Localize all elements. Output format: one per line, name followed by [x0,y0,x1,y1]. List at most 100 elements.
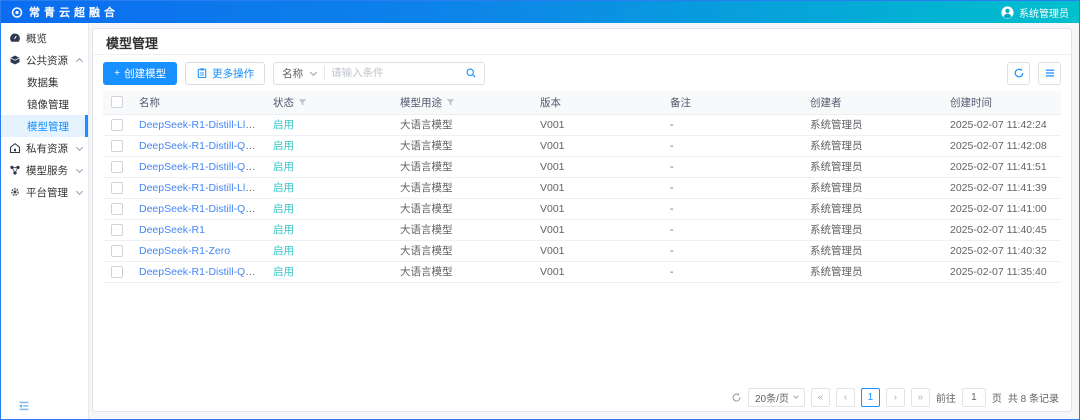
app-window: 常青云超融合 系统管理员 概览 [0,0,1080,420]
model-name-link[interactable]: DeepSeek-R1-Distill-Qwen-32B [139,140,265,152]
goto-page-input[interactable] [962,388,986,407]
row-checkbox[interactable] [111,245,123,257]
status-badge: 启用 [273,182,294,194]
row-checkbox[interactable] [111,161,123,173]
model-name-link[interactable]: DeepSeek-R1-Distill-Qwen-1.5B [139,203,265,215]
search-field-select[interactable]: 名称 [274,66,324,81]
first-page-button[interactable]: « [811,388,830,407]
chevron-down-icon [76,187,83,194]
public-resources-icon [9,54,21,66]
sidebar-group-model-services[interactable]: 模型服务 [1,159,88,181]
sidebar-group-label: 平台管理 [26,185,72,200]
created-cell: 2025-02-07 11:41:51 [950,161,1047,173]
table-row: DeepSeek-R1-Distill-Qwen-14B 启用 大语言模型 V0… [103,156,1061,177]
version-cell: V001 [540,182,565,194]
next-page-button[interactable]: › [886,388,905,407]
chevron-down-icon [76,143,83,150]
column-header-created: 创建时间 [950,97,992,109]
model-name-link[interactable]: DeepSeek-R1 [139,224,205,236]
sidebar-item-model-management[interactable]: 模型管理 [1,115,88,137]
select-all-checkbox[interactable] [111,96,123,108]
model-name-link[interactable]: DeepSeek-R1-Zero [139,245,230,257]
created-cell: 2025-02-07 11:42:08 [950,140,1047,152]
overview-icon [9,32,21,44]
status-badge: 启用 [273,266,294,278]
plus-icon: + [114,67,120,79]
prev-page-button[interactable]: ‹ [836,388,855,407]
search-icon [465,67,477,79]
status-badge: 启用 [273,140,294,152]
row-checkbox[interactable] [111,119,123,131]
sidebar-item-overview[interactable]: 概览 [1,27,88,49]
model-name-link[interactable]: DeepSeek-R1-Distill-Llama-8B [139,182,265,194]
column-header-creator: 创建者 [810,97,842,109]
row-checkbox[interactable] [111,224,123,236]
sidebar-item-dataset[interactable]: 数据集 [1,71,88,93]
row-checkbox[interactable] [111,203,123,215]
creator-cell: 系统管理员 [810,161,863,173]
table-row: DeepSeek-R1-Distill-Qwen-7B 启用 大语言模型 V00… [103,261,1061,282]
collapse-sidebar-button[interactable] [17,399,31,413]
last-page-button[interactable]: » [911,388,930,407]
sidebar-group-platform-management[interactable]: 平台管理 [1,181,88,203]
row-checkbox[interactable] [111,266,123,278]
status-badge: 启用 [273,224,294,236]
sidebar-group-public-resources[interactable]: 公共资源 [1,49,88,71]
search-input[interactable] [325,67,458,79]
sidebar-group-private-resources[interactable]: 私有资源 [1,137,88,159]
active-indicator [85,115,88,137]
model-name-link[interactable]: DeepSeek-R1-Distill-Qwen-7B [139,266,265,278]
refresh-table-button[interactable] [1007,62,1030,85]
page-unit-label: 页 [992,390,1002,405]
brand-logo-icon [11,6,23,19]
remark-cell: - [670,182,674,194]
remark-cell: - [670,203,674,215]
row-checkbox[interactable] [111,140,123,152]
column-header-status: 状态 [273,95,294,110]
create-model-button[interactable]: + 创建模型 [103,62,177,85]
private-resources-icon [9,142,21,154]
row-checkbox[interactable] [111,182,123,194]
table-row: DeepSeek-R1-Distill-Qwen-1.5B 启用 大语言模型 V… [103,198,1061,219]
page-size-select[interactable]: 20条/页 [748,388,805,407]
table-row: DeepSeek-R1 启用 大语言模型 V001 - 系统管理员 2025-0… [103,219,1061,240]
column-header-remark: 备注 [670,97,691,109]
created-cell: 2025-02-07 11:41:39 [950,182,1047,194]
more-actions-label: 更多操作 [212,66,254,81]
usage-cell: 大语言模型 [400,140,453,152]
right-arrow-icon: › [894,392,897,403]
version-cell: V001 [540,266,565,278]
created-cell: 2025-02-07 11:35:40 [950,266,1047,278]
sidebar-item-label: 概览 [26,31,82,46]
usage-cell: 大语言模型 [400,119,453,131]
remark-cell: - [670,245,674,257]
page-size-value: 20条/页 [755,390,789,405]
filter-icon[interactable] [446,98,455,107]
page-number-button[interactable]: 1 [861,388,880,407]
search-box: 名称 [273,62,485,85]
brand-name: 常青云超融合 [29,4,119,20]
more-actions-button[interactable]: 更多操作 [185,62,265,85]
refresh-icon[interactable] [731,392,742,403]
user-menu[interactable]: 系统管理员 [1001,5,1069,20]
version-cell: V001 [540,203,565,215]
filter-icon[interactable] [298,98,307,107]
version-cell: V001 [540,119,565,131]
remark-cell: - [670,224,674,236]
table-container: 名称 状态 模型用途 版本 备注 创建者 创建时间 [93,91,1071,383]
chevron-down-icon [793,393,799,399]
double-left-icon: « [818,392,824,403]
column-header-version: 版本 [540,97,561,109]
model-name-link[interactable]: DeepSeek-R1-Distill-Llama-70B [139,119,265,131]
search-field-value: 名称 [282,66,303,81]
creator-cell: 系统管理员 [810,245,863,257]
clipboard-icon [196,67,208,79]
search-button[interactable] [458,67,484,79]
user-name: 系统管理员 [1019,5,1069,20]
model-name-link[interactable]: DeepSeek-R1-Distill-Qwen-14B [139,161,265,173]
sidebar-item-image-management[interactable]: 镜像管理 [1,93,88,115]
usage-cell: 大语言模型 [400,266,453,278]
status-badge: 启用 [273,161,294,173]
pagination: 20条/页 « ‹ 1 › » 前往 页 共 8 条记录 [93,383,1071,411]
column-settings-button[interactable] [1038,62,1061,85]
